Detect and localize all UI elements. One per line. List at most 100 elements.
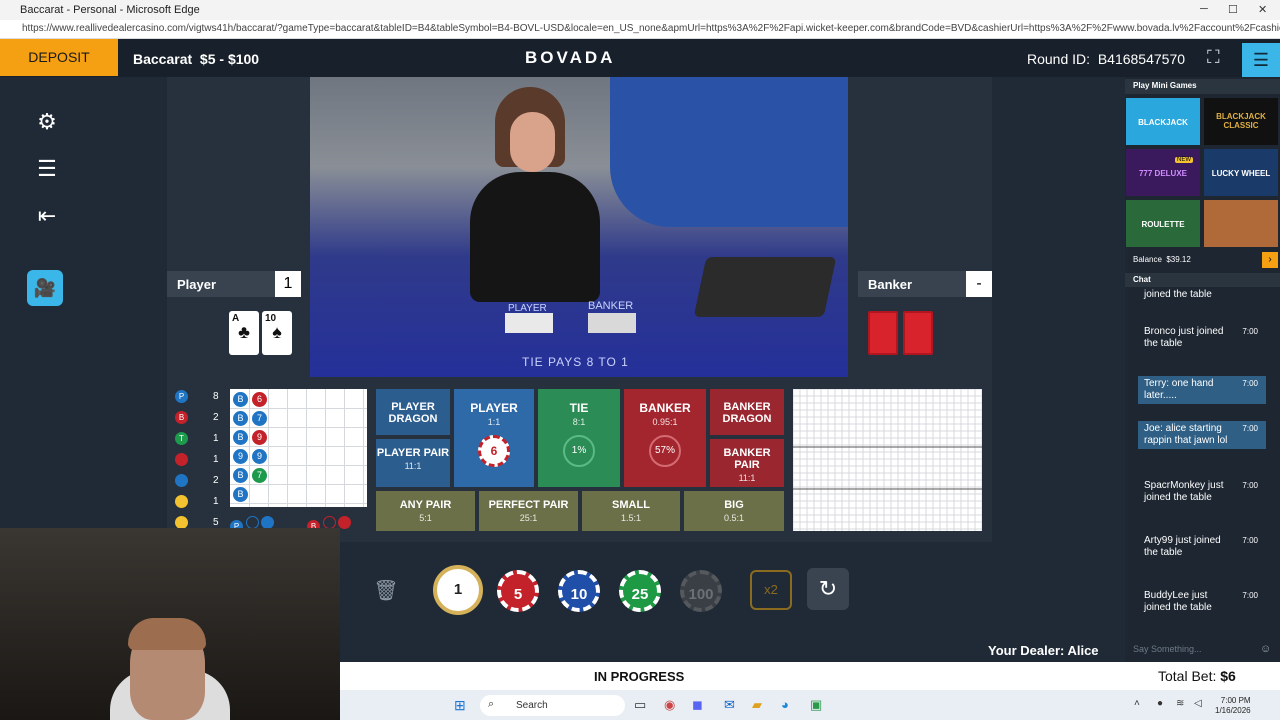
perfect-pair-odds: 25:1 bbox=[519, 513, 538, 523]
bead: 9 bbox=[252, 430, 267, 445]
chat-time: 7:00 bbox=[1242, 481, 1258, 490]
grid-line bbox=[230, 446, 367, 447]
player-dragon-bet[interactable]: PLAYER DRAGON bbox=[376, 389, 450, 435]
chip-10[interactable]: 10 bbox=[558, 570, 600, 612]
chat-header: Chat bbox=[1125, 273, 1280, 287]
banker-bet-label: BANKER bbox=[639, 401, 691, 415]
chrome-icon[interactable]: ◉ bbox=[664, 697, 675, 713]
perfect-pair-bet[interactable]: PERFECT PAIR 25:1 bbox=[479, 491, 578, 531]
edge-icon[interactable]: ◕ bbox=[781, 697, 789, 712]
stat-count: 1 bbox=[213, 496, 219, 507]
chat-text: Joe: alice starting rappin that jawn lol bbox=[1144, 423, 1228, 446]
task-view-icon[interactable]: ▭ bbox=[634, 697, 646, 713]
banker-card-back-2 bbox=[903, 311, 933, 355]
fullscreen-icon[interactable]: ⛶ bbox=[1207, 47, 1220, 68]
bead: B bbox=[233, 411, 248, 426]
grid-line bbox=[230, 503, 367, 504]
placed-chip: 6 bbox=[478, 435, 510, 467]
settings-icon[interactable]: ⚙ bbox=[34, 109, 60, 135]
big-odds: 0.5:1 bbox=[723, 513, 745, 523]
player-bet-odds: 1:1 bbox=[487, 417, 501, 427]
discord-icon[interactable]: ◼ bbox=[692, 697, 703, 713]
player-bet-label: PLAYER bbox=[470, 401, 518, 415]
banker-score: - bbox=[966, 271, 992, 297]
mini-game-blackjack-classic[interactable]: BLACKJACK CLASSIC bbox=[1203, 97, 1279, 146]
banker-dragon-label: BANKER DRAGON bbox=[722, 401, 772, 425]
banker-bet[interactable]: BANKER 0.95:1 57% bbox=[624, 389, 706, 487]
tie-bet[interactable]: TIE 8:1 1% bbox=[538, 389, 620, 487]
address-bar[interactable]: https://www.reallivedealercasino.com/vig… bbox=[0, 20, 1280, 39]
double-button[interactable]: x2 bbox=[750, 570, 792, 610]
tray-chevron-icon[interactable]: ˄ bbox=[1134, 698, 1140, 709]
app-icon[interactable]: ▣ bbox=[810, 697, 822, 713]
round-status: IN PROGRESS bbox=[594, 669, 685, 684]
stat-row: B2 bbox=[175, 411, 225, 429]
stat-row: T1 bbox=[175, 432, 225, 450]
camera-icon[interactable]: 🎥 bbox=[27, 270, 63, 306]
brand-logo: BOVADA bbox=[525, 48, 616, 67]
chip-5[interactable]: 5 bbox=[497, 570, 539, 612]
mic-icon[interactable]: ● bbox=[1157, 698, 1163, 709]
banker-card-back-1 bbox=[868, 311, 898, 355]
banker-pair-bet[interactable]: BANKER PAIR 11:1 bbox=[710, 439, 784, 487]
close-window-button[interactable]: ✕ bbox=[1258, 3, 1267, 16]
volume-icon[interactable]: ◁ bbox=[1194, 698, 1202, 709]
any-pair-bet[interactable]: ANY PAIR 5:1 bbox=[376, 491, 475, 531]
roads-grid bbox=[792, 388, 983, 531]
system-clock[interactable]: 7:00 PM 1/16/2026 bbox=[1215, 696, 1251, 716]
mail-icon[interactable]: ✉ bbox=[724, 697, 735, 713]
history-icon[interactable]: ☰ bbox=[34, 156, 60, 182]
bead: B bbox=[233, 430, 248, 445]
bead: B bbox=[233, 468, 248, 483]
total-bet-value: $6 bbox=[1220, 668, 1236, 684]
total-bet: Total Bet: $6 bbox=[1125, 662, 1280, 690]
exit-icon[interactable]: ⇤ bbox=[34, 203, 60, 229]
taskbar-search[interactable]: Search bbox=[480, 695, 625, 716]
chat-time: 7:00 bbox=[1242, 379, 1258, 388]
chip-1[interactable]: 1 bbox=[433, 565, 483, 615]
banker-bet-odds: 0.95:1 bbox=[652, 417, 678, 427]
repeat-icon[interactable]: ↻ bbox=[807, 568, 849, 610]
big-bet[interactable]: BIG 0.5:1 bbox=[684, 491, 784, 531]
stat-row: P8 bbox=[175, 390, 225, 408]
windows-start-icon[interactable]: ⊞ bbox=[454, 697, 466, 714]
minimize-button[interactable]: ─ bbox=[1200, 3, 1208, 15]
chip-100[interactable]: 100 bbox=[680, 570, 722, 612]
deposit-button[interactable]: DEPOSIT bbox=[0, 39, 118, 76]
stat-row: 1 bbox=[175, 453, 225, 471]
wifi-icon[interactable]: ≋ bbox=[1176, 698, 1184, 709]
small-bet[interactable]: SMALL 1.5:1 bbox=[582, 491, 680, 531]
maximize-button[interactable]: ☐ bbox=[1228, 3, 1238, 16]
menu-icon[interactable]: ☰ bbox=[1242, 43, 1280, 77]
grid-line bbox=[268, 389, 269, 507]
player-bet[interactable]: PLAYER 1:1 6 bbox=[454, 389, 534, 487]
emoji-icon[interactable]: ☺ bbox=[1260, 643, 1271, 655]
chat-message: Terry: one hand later..... 7:00 bbox=[1138, 376, 1266, 404]
card-shoe bbox=[693, 257, 837, 317]
scoreboard-roads[interactable] bbox=[792, 388, 983, 531]
tie-percent: 1% bbox=[563, 435, 595, 467]
chat-text: Bronco just joined the table bbox=[1144, 326, 1224, 349]
live-video: PLAYER BANKER TIE PAYS 8 TO 1 bbox=[310, 77, 848, 377]
mini-game-blackjack[interactable]: BLACKJACK bbox=[1125, 97, 1201, 146]
bead: 9 bbox=[252, 449, 267, 464]
mini-game-slot[interactable] bbox=[1203, 199, 1279, 248]
banker-dragon-bet[interactable]: BANKER DRAGON bbox=[710, 389, 784, 435]
chip-25[interactable]: 25 bbox=[619, 570, 661, 612]
mini-game-roulette[interactable]: ROULETTE bbox=[1125, 199, 1201, 248]
tie-bet-odds: 8:1 bbox=[572, 417, 586, 427]
chat-text: SpacrMonkey just joined the table bbox=[1144, 480, 1224, 503]
mini-game-777-deluxe[interactable]: 777 DELUXE bbox=[1125, 148, 1201, 197]
video-player-cards bbox=[505, 313, 553, 333]
next-arrow-icon[interactable]: › bbox=[1262, 252, 1278, 268]
stat-dot: B bbox=[175, 411, 188, 424]
chat-time: 7:00 bbox=[1242, 424, 1258, 433]
chat-input[interactable]: Say Something... bbox=[1125, 640, 1280, 660]
mini-game-lucky-wheel[interactable]: LUCKY WHEEL bbox=[1203, 148, 1279, 197]
undo-icon[interactable]: 🗑 bbox=[370, 575, 402, 607]
small-label: SMALL bbox=[612, 499, 650, 511]
player-pair-bet[interactable]: PLAYER PAIR 11:1 bbox=[376, 439, 450, 487]
grid-line bbox=[325, 389, 326, 507]
video-banker-word: BANKER bbox=[588, 300, 634, 312]
folder-icon[interactable]: ▰ bbox=[752, 697, 762, 713]
